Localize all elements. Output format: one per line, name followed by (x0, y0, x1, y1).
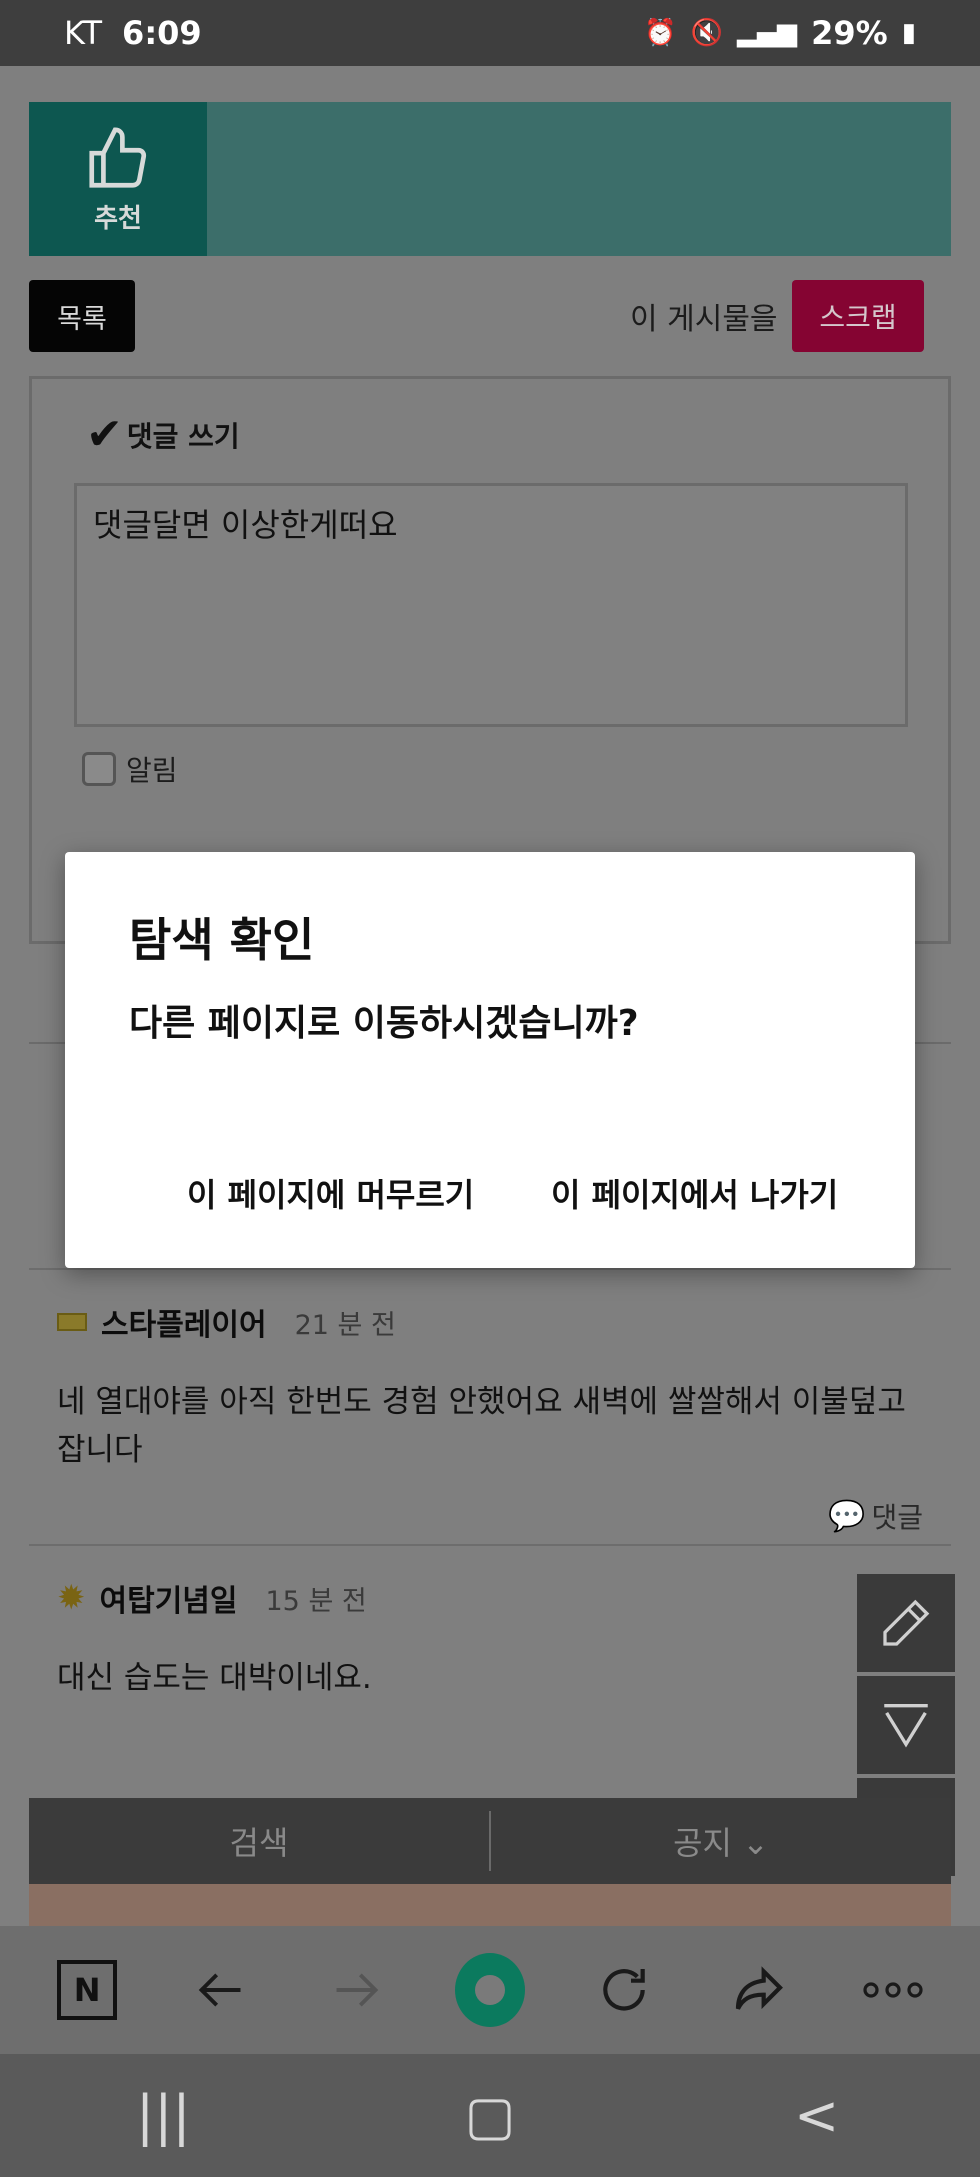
confirm-dialog: 탐색 확인 다른 페이지로 이동하시겠습니까? 이 페이지에 머무르기 이 페이… (65, 852, 915, 1268)
check-icon: ✔ (86, 409, 123, 460)
forward-arrow-icon (336, 1973, 378, 2007)
comment-form-title-text: 댓글 쓰기 (126, 419, 240, 453)
comment-time: 21 분 전 (294, 1309, 396, 1341)
scrap-button[interactable]: 스크랩 (792, 280, 924, 352)
mute-icon: 🔇 (690, 18, 724, 48)
comment-time: 15 분 전 (265, 1585, 367, 1617)
chevron-down-icon: ⌄ (742, 1824, 769, 1862)
system-navbar: ||| ▢ < (0, 2054, 980, 2177)
naver-icon: N (57, 1960, 118, 2020)
level-badge-icon (57, 1313, 87, 1331)
forward-button[interactable] (321, 1955, 391, 2025)
refresh-button[interactable] (589, 1955, 659, 2025)
dialog-message: 다른 페이지로 이동하시겠습니까? (129, 1003, 639, 1044)
divider (29, 1544, 951, 1546)
home-button[interactable] (454, 1953, 525, 2027)
level-badge-icon: ✹ (57, 1578, 86, 1618)
notify-label: 알림 (126, 754, 178, 787)
recommend-banner: 추천 (29, 102, 951, 256)
comment-text: 네 열대야를 아직 한번도 경험 안했어요 새벽에 쌀쌀해서 이불덮고 잡니다 (57, 1384, 906, 1468)
home-ring-icon (454, 1953, 525, 2027)
divider (29, 1268, 951, 1270)
leave-button[interactable]: 이 페이지에서 나가기 (551, 1170, 838, 1216)
nav-back-icon[interactable]: < (757, 2084, 877, 2147)
carrier: KT (64, 14, 103, 52)
stay-button[interactable]: 이 페이지에 머무르기 (187, 1170, 474, 1216)
share-icon (735, 1966, 783, 2010)
comment-textarea[interactable]: 댓글달면 이상한게떠요 (74, 483, 908, 727)
scroll-down-button[interactable] (857, 1676, 955, 1774)
more-button[interactable] (858, 1955, 928, 2025)
notify-option[interactable]: 알림 (82, 749, 178, 789)
signal-icon: ▂▄▆ (737, 18, 798, 48)
list-button[interactable]: 목록 (29, 280, 135, 352)
refresh-icon (603, 1969, 646, 2011)
browser-toolbar: N (0, 1926, 980, 2054)
tab-notice[interactable]: 공지 ⌄ (491, 1818, 951, 1864)
home-icon[interactable]: ▢ (430, 2084, 550, 2147)
share-button[interactable] (724, 1955, 794, 2025)
battery-icon: ▮ (901, 18, 916, 48)
comment-author[interactable]: 스타플레이어 (101, 1300, 267, 1344)
comment-form-title: ✔ 댓글 쓰기 (86, 409, 240, 460)
dialog-title: 탐색 확인 (129, 913, 315, 967)
pencil-icon (883, 1599, 930, 1646)
reply-button[interactable]: 💬 댓글 (828, 1496, 923, 1536)
more-icon (863, 1982, 923, 1998)
alarm-icon: ⏰ (644, 18, 677, 48)
comment-item: ✹ 여탑기념일 15 분 전 대신 습도는 대박이네요. (29, 1576, 951, 1702)
comment-author[interactable]: 여탑기념일 (100, 1576, 238, 1620)
comment-item: 스타플레이어 21 분 전 네 열대야를 아직 한번도 경험 안했어요 새벽에 … (29, 1300, 951, 1534)
back-button[interactable] (186, 1955, 256, 2025)
post-label: 이 게시물을 (630, 302, 778, 337)
clock: 6:09 (122, 14, 202, 52)
comment-text: 대신 습도는 대박이네요. (57, 1660, 372, 1696)
notify-checkbox[interactable] (82, 752, 116, 786)
bottom-tabs: 검색 공지 ⌄ (29, 1798, 951, 1884)
recommend-label: 추천 (94, 203, 142, 234)
speech-bubble-icon: 💬 (828, 1498, 866, 1534)
tab-search[interactable]: 검색 (29, 1818, 489, 1864)
thumbs-up-icon (89, 126, 147, 188)
status-bar: KT 6:09 ⏰ 🔇 ▂▄▆ 29% ▮ (0, 0, 980, 66)
write-button[interactable] (857, 1574, 955, 1672)
notice-strip (29, 1884, 951, 1928)
tab-notice-label: 공지 (673, 1824, 732, 1862)
recent-apps-icon[interactable]: ||| (103, 2084, 223, 2147)
back-arrow-icon (199, 1973, 241, 2007)
reply-label: 댓글 (871, 1501, 923, 1534)
naver-button[interactable]: N (52, 1955, 122, 2025)
battery-level: 29% (811, 14, 888, 52)
scroll-down-icon (884, 1703, 928, 1748)
recommend-button[interactable]: 추천 (29, 102, 207, 256)
